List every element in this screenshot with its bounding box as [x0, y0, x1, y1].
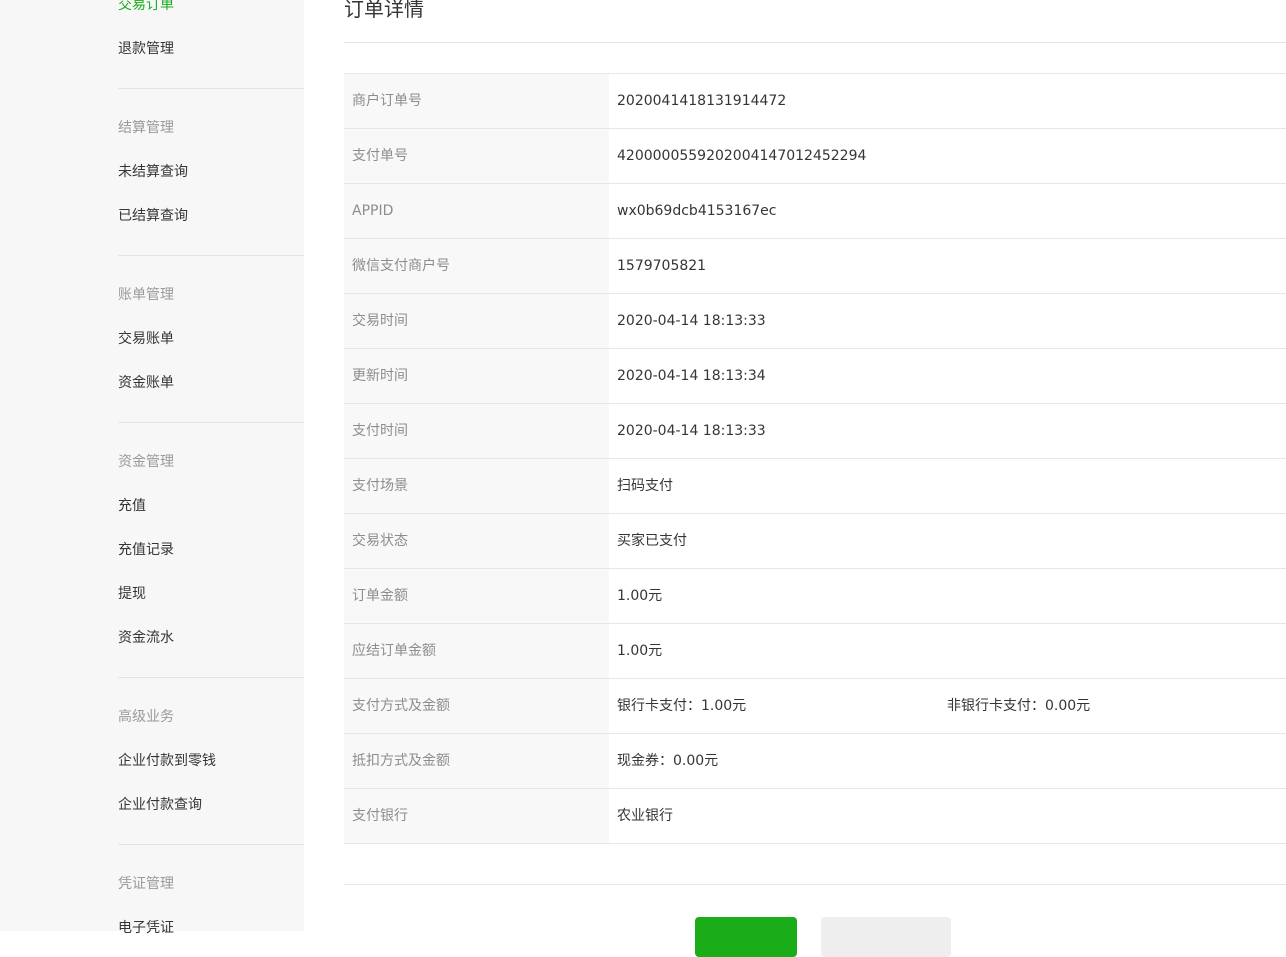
detail-label: 交易时间	[344, 294, 609, 348]
detail-label: 支付银行	[344, 789, 609, 843]
sidebar-item-payment-to-change[interactable]: 企业付款到零钱	[118, 752, 216, 770]
footer-divider	[344, 884, 1286, 885]
detail-label: 应结订单金额	[344, 624, 609, 678]
detail-value: 4200000559202004147012452294	[617, 148, 867, 164]
sidebar-group-title-settlement: 结算管理	[118, 120, 174, 136]
detail-value: 2020-04-14 18:13:33	[617, 423, 766, 439]
detail-label: 交易状态	[344, 514, 609, 568]
detail-label: 微信支付商户号	[344, 239, 609, 293]
detail-row: 更新时间 2020-04-14 18:13:34	[344, 349, 1286, 404]
detail-label: APPID	[344, 184, 609, 238]
detail-value: 2020041418131914472	[617, 93, 787, 109]
detail-row: 支付时间 2020-04-14 18:13:33	[344, 404, 1286, 459]
detail-label: 订单金额	[344, 569, 609, 623]
sidebar-item-fund-flow[interactable]: 资金流水	[118, 629, 174, 647]
detail-row: 支付场景 扫码支付	[344, 459, 1286, 514]
detail-row: 支付银行 农业银行	[344, 789, 1286, 844]
detail-label: 支付单号	[344, 129, 609, 183]
sidebar-divider	[118, 844, 304, 845]
sidebar-item-settled-query[interactable]: 已结算查询	[118, 207, 188, 225]
sidebar-item-payment-query[interactable]: 企业付款查询	[118, 796, 202, 814]
sidebar-item-fund-bill[interactable]: 资金账单	[118, 374, 174, 392]
detail-value: 银行卡支付：1.00元	[617, 698, 747, 714]
title-divider	[344, 42, 1286, 43]
sidebar-item-recharge[interactable]: 充值	[118, 497, 146, 515]
sidebar-item-unsettled-query[interactable]: 未结算查询	[118, 163, 188, 181]
detail-value: 买家已支付	[617, 533, 687, 549]
secondary-action-button[interactable]	[821, 917, 951, 957]
detail-row: 交易时间 2020-04-14 18:13:33	[344, 294, 1286, 349]
detail-row: 抵扣方式及金额 现金券：0.00元	[344, 734, 1286, 789]
sidebar-divider	[118, 422, 304, 423]
sidebar-item-e-voucher[interactable]: 电子凭证	[118, 919, 174, 937]
detail-value: 农业银行	[617, 808, 673, 824]
detail-value: 扫码支付	[617, 478, 673, 494]
sidebar-divider	[118, 88, 304, 89]
sidebar-divider	[118, 255, 304, 256]
detail-label: 支付时间	[344, 404, 609, 458]
detail-value: 1.00元	[617, 643, 663, 659]
detail-value: 1.00元	[617, 588, 663, 604]
sidebar-item-trade-bill[interactable]: 交易账单	[118, 330, 174, 348]
detail-row: 应结订单金额 1.00元	[344, 624, 1286, 679]
detail-value: 现金券：0.00元	[617, 753, 719, 769]
detail-value-secondary: 非银行卡支付：0.00元	[947, 698, 1091, 714]
detail-row: 商户订单号 2020041418131914472	[344, 74, 1286, 129]
detail-row: 订单金额 1.00元	[344, 569, 1286, 624]
detail-value: 1579705821	[617, 258, 707, 274]
detail-value: wx0b69dcb4153167ec	[617, 203, 777, 219]
sidebar-group-title-bills: 账单管理	[118, 287, 174, 303]
sidebar-divider	[118, 677, 304, 678]
sidebar-group-title-advanced: 高级业务	[118, 709, 174, 725]
sidebar: 交易订单 退款管理 结算管理 未结算查询 已结算查询 账单管理 交易账单 资金账…	[0, 0, 304, 936]
detail-row: 微信支付商户号 1579705821	[344, 239, 1286, 294]
sidebar-item-trade-orders[interactable]: 交易订单	[118, 0, 174, 14]
detail-label: 更新时间	[344, 349, 609, 403]
detail-label: 商户订单号	[344, 74, 609, 128]
detail-label: 支付场景	[344, 459, 609, 513]
detail-row: 支付单号 4200000559202004147012452294	[344, 129, 1286, 184]
sidebar-item-withdraw[interactable]: 提现	[118, 585, 146, 603]
main-content: 订单详情 商户订单号 2020041418131914472 支付单号 4200…	[344, 0, 1286, 957]
detail-label: 支付方式及金额	[344, 679, 609, 733]
sidebar-group-title-funds: 资金管理	[118, 454, 174, 470]
page-title: 订单详情	[344, 0, 424, 21]
detail-value: 2020-04-14 18:13:33	[617, 313, 766, 329]
detail-value: 2020-04-14 18:13:34	[617, 368, 766, 384]
sidebar-group-title-vouchers: 凭证管理	[118, 876, 174, 892]
detail-row: APPID wx0b69dcb4153167ec	[344, 184, 1286, 239]
sidebar-item-refund-management[interactable]: 退款管理	[118, 40, 174, 58]
primary-action-button[interactable]	[695, 917, 797, 957]
detail-label: 抵扣方式及金额	[344, 734, 609, 788]
detail-row: 支付方式及金额 银行卡支付：1.00元 非银行卡支付：0.00元	[344, 679, 1286, 734]
sidebar-item-recharge-records[interactable]: 充值记录	[118, 541, 174, 559]
order-detail-table: 商户订单号 2020041418131914472 支付单号 420000055…	[344, 73, 1286, 844]
detail-row: 交易状态 买家已支付	[344, 514, 1286, 569]
